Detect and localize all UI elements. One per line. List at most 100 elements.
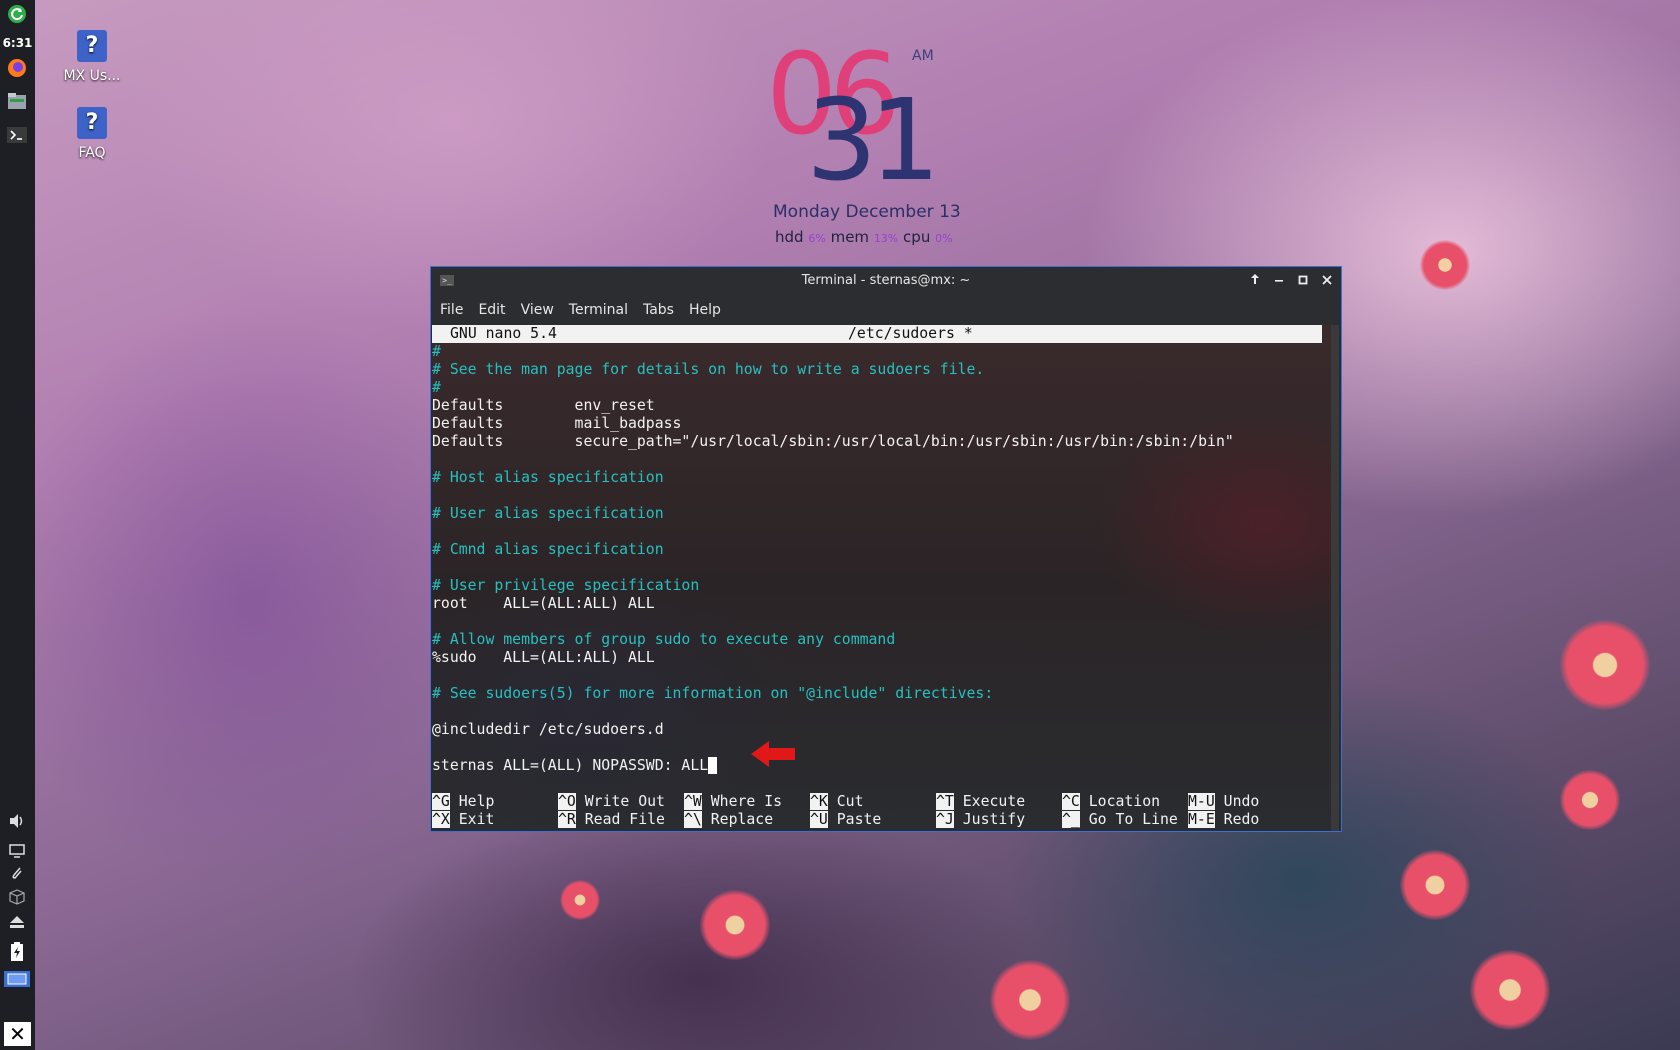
volume-icon[interactable] [5,812,29,837]
editor-line: root ALL=(ALL:ALL) ALL [432,595,655,612]
shortcut-paste[interactable]: ^U Paste [810,811,881,829]
wallpaper-flower [1560,770,1620,830]
wallpaper-flower [990,960,1070,1040]
desktop-icon-faq[interactable]: ? FAQ [47,107,137,161]
menu-tabs[interactable]: Tabs [643,295,674,325]
editor-line: # Cmnd alias specification [432,541,664,558]
display-icon[interactable] [5,841,29,865]
clipboard-icon[interactable] [5,864,29,888]
wallpaper-flower [1470,950,1550,1030]
terminal-window[interactable]: >_ Terminal - sternas@mx: ~ File Edit View… [430,266,1342,832]
wallpaper-flower [700,890,770,960]
clock-minute: 31 [806,76,940,206]
mem-value: 13% [873,232,899,245]
editor-line: # See sudoers(5) for more information on… [432,685,994,702]
wallpaper-flower [1400,850,1470,920]
window-titlebar[interactable]: >_ Terminal - sternas@mx: ~ [431,267,1341,295]
mx-menu-icon[interactable]: ✕ [4,1022,31,1046]
shortcut-undo[interactable]: M-U Undo [1188,793,1259,811]
text-cursor [708,757,718,774]
desktop-icon-label: MX Us... [63,68,121,84]
shortcut-read-file[interactable]: ^R Read File [558,811,665,829]
editor-line: Defaults env_reset [432,397,655,414]
shortcut-label: Redo [1223,811,1260,828]
menu-edit[interactable]: Edit [478,295,505,325]
shortcut-execute[interactable]: ^T Execute [936,793,1025,811]
shortcut-justify[interactable]: ^J Justify [936,811,1025,829]
wallpaper-flower [560,880,600,920]
desktop-icon-label: FAQ [78,145,106,161]
menu-terminal[interactable]: Terminal [569,295,628,325]
editor-line: # User privilege specification [432,577,700,594]
close-icon[interactable] [1317,271,1337,291]
shortcut-label: Go To Line [1088,811,1178,828]
shortcut-where-is[interactable]: ^W Where Is [684,793,782,811]
shortcut-key: ^K [810,793,828,810]
menu-file[interactable]: File [440,295,463,325]
terminal-screen[interactable]: GNU nano 5.4 /etc/sudoers * # # See the … [432,325,1332,831]
shortcut-exit[interactable]: ^X Exit [432,811,494,829]
shortcut-label: Replace [710,811,774,828]
desktop-icon-mx-user-manual[interactable]: ? MX Us... [47,30,137,84]
shortcut-cut[interactable]: ^K Cut [810,793,863,811]
workspace-switcher[interactable] [3,970,31,994]
system-stats: hdd 6% mem 13% cpu 0% [775,228,953,246]
shortcut-key: ^T [936,793,954,810]
shortcut-redo[interactable]: M-E Redo [1188,811,1259,829]
editor-line: # User alias specification [432,505,664,522]
menu-bar: File Edit View Terminal Tabs Help [431,295,1341,325]
minimize-icon[interactable] [1269,271,1289,291]
shade-window-icon[interactable] [1245,271,1265,291]
editor-line: @includedir /etc/sudoers.d [432,721,664,738]
desktop-clock-widget: 06 31 AM Monday December 13 hdd 6% mem 1… [760,39,1000,250]
battery-icon[interactable] [5,942,29,969]
shortcut-help[interactable]: ^G Help [432,793,494,811]
shortcut-key: ^J [936,811,954,828]
shortcut-key: ^\ [684,811,702,828]
hdd-value: 6% [808,232,826,245]
shortcut-replace[interactable]: ^\ Replace [684,811,773,829]
editor-line-text: sternas ALL=(ALL) NOPASSWD: ALL [432,757,709,774]
shortcut-key: ^_ [1062,811,1080,828]
help-icon: ? [77,107,107,139]
shortcut-label: Execute [962,793,1026,810]
shortcut-label: Cut [836,793,864,810]
editor-line-current: sternas ALL=(ALL) NOPASSWD: ALL [432,757,718,775]
shortcut-key: ^U [810,811,828,828]
cpu-label: cpu [903,228,931,246]
editor-line: # [432,379,441,396]
file-manager-icon[interactable] [5,92,29,117]
help-icon: ? [77,30,107,62]
panel-clock[interactable]: 6:31 [0,36,35,50]
update-icon[interactable] [5,4,29,31]
menu-view[interactable]: View [521,295,554,325]
eject-icon[interactable] [5,912,29,936]
shortcut-location[interactable]: ^C Location [1062,793,1160,811]
terminal-icon[interactable] [5,126,29,150]
shortcut-label: Location [1088,793,1161,810]
editor-line: # Host alias specification [432,469,664,486]
clock-date: Monday December 13 [773,202,961,222]
package-icon[interactable] [5,888,29,912]
maximize-icon[interactable] [1293,271,1313,291]
shortcut-key: ^X [432,811,450,828]
clock-ampm: AM [912,48,934,64]
menu-help[interactable]: Help [689,295,721,325]
firefox-icon[interactable] [5,58,29,85]
shortcut-label: Exit [458,811,495,828]
shortcut-key: ^R [558,811,576,828]
left-panel: 6:31 ✕ [0,0,35,1050]
shortcut-label: Undo [1223,793,1260,810]
editor-line: # [432,343,441,360]
red-arrow-annotation [751,741,795,767]
mem-label: mem [830,228,870,246]
shortcut-go-to-line[interactable]: ^_ Go To Line [1062,811,1178,829]
terminal-scrollbar[interactable] [1331,325,1339,831]
shortcut-label: Paste [836,811,882,828]
hdd-label: hdd [775,228,804,246]
shortcut-label: Where Is [710,793,783,810]
shortcut-write-out[interactable]: ^O Write Out [558,793,665,811]
cpu-value: 0% [935,232,953,245]
nano-version: GNU nano 5.4 [450,325,557,342]
editor-line: Defaults secure_path="/usr/local/sbin:/u… [432,433,1234,450]
